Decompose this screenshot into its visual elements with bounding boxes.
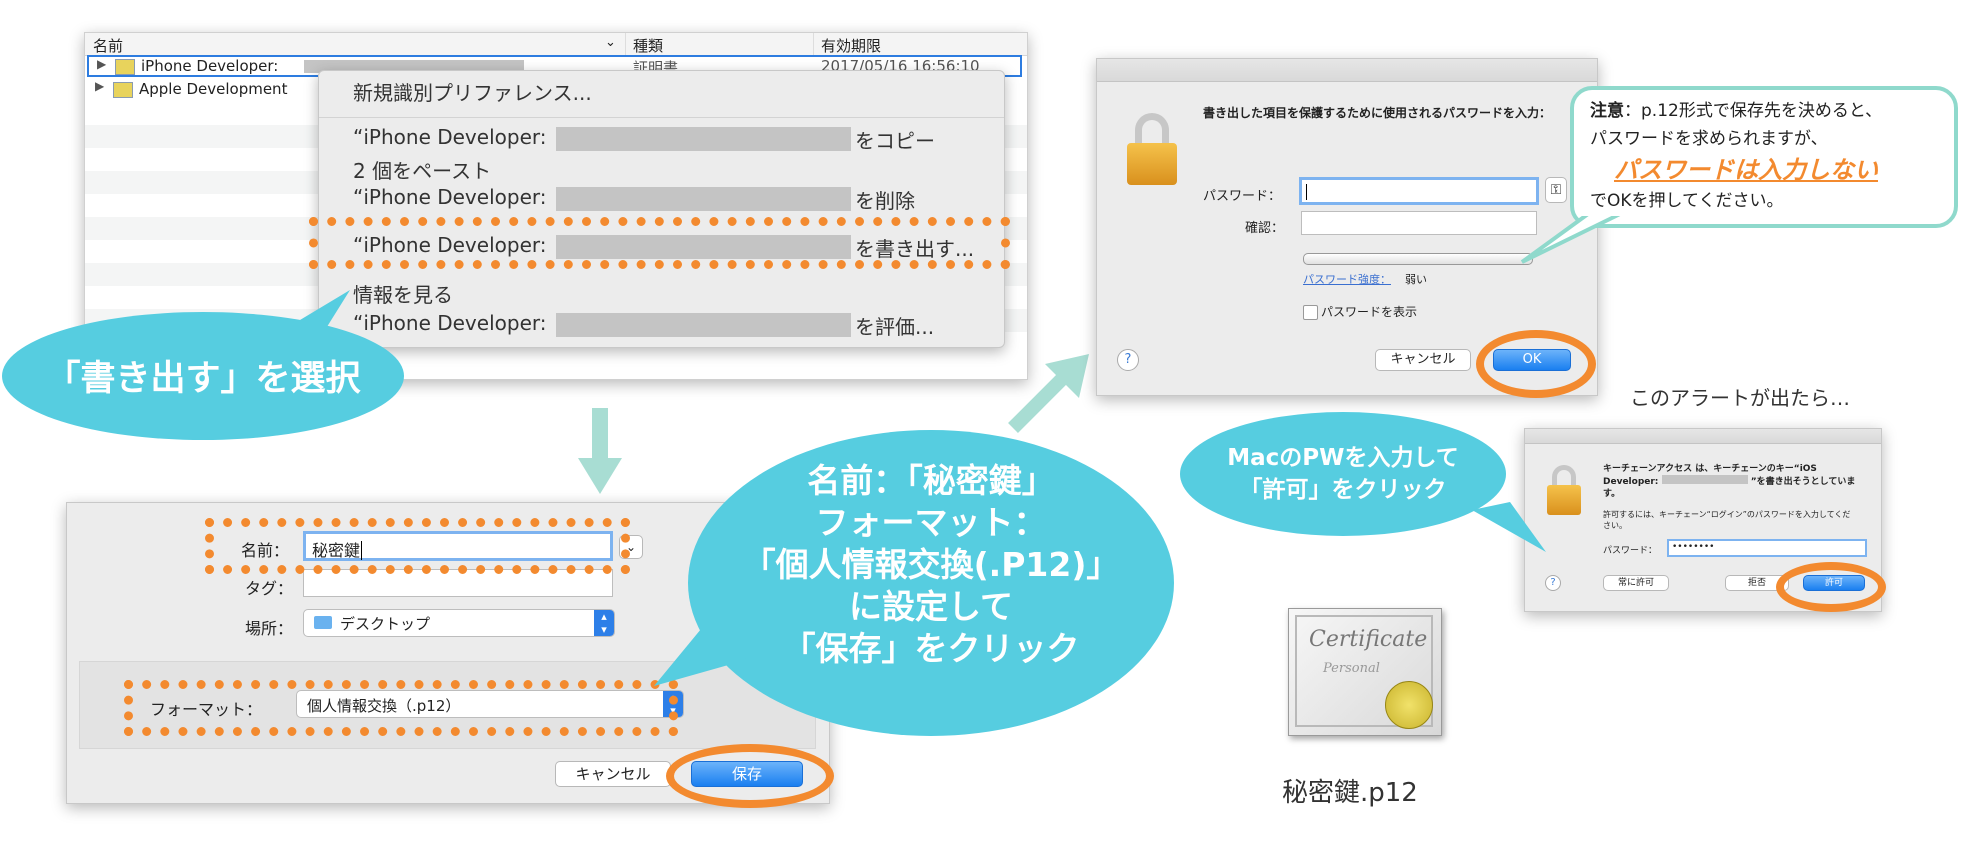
seal-icon [1385,681,1433,729]
column-header-name[interactable]: 名前 [93,35,123,56]
menu-item-evaluate-suffix[interactable]: を評価... [855,311,934,340]
help-button[interactable]: ? [1117,349,1139,371]
password-strength-meter [1303,253,1533,265]
alert-message: キーチェーンアクセス は、キーチェーンのキー“iOS Developer: ”を… [1603,464,1856,499]
note-title: 注意 [1590,101,1624,121]
menu-item-paste[interactable]: 2 個をペースト [353,155,491,184]
callout-save-tail [654,606,746,686]
menu-item-copy[interactable]: “iPhone Developer: [353,125,546,149]
name-field-highlight [205,518,630,574]
always-allow-button[interactable]: 常に許可 [1603,575,1669,591]
key-icon[interactable]: ⚿ [1545,177,1567,203]
note-box-tail [1520,210,1628,264]
disclosure-triangle-icon[interactable]: ▶ [97,57,106,71]
menu-item-delete-suffix[interactable]: を削除 [855,185,915,214]
list-header: 名前 ⌄ 種類 有効期限 [85,33,1027,56]
password-label: パスワード： [1603,546,1658,556]
note-line2: パスワードを求められますが、 [1590,129,1828,149]
certificate-icon [115,59,135,75]
row-name: Apple Development [139,80,288,98]
cancel-button[interactable]: キャンセル [1375,349,1471,371]
arrow-up-right-icon [1008,354,1089,433]
row-name: iPhone Developer: [141,57,279,75]
password-input[interactable] [1299,177,1539,205]
menu-item-evaluate[interactable]: “iPhone Developer: [353,311,546,335]
password-label: パスワード： [1203,189,1282,204]
arrow-down-icon [578,408,622,494]
alert-caption: このアラートが出たら… [1630,386,1850,410]
context-menu: 新規識別プリファレンス... “iPhone Developer: をコピー 2… [318,70,1005,348]
menu-item-delete[interactable]: “iPhone Developer: [353,185,546,209]
format-field-highlight [124,680,678,736]
certificate-filename: 秘密鍵.p12 [1282,778,1418,808]
stepper-icon[interactable]: ▴ ▾ [594,610,614,636]
menu-item-get-info[interactable]: 情報を見る [353,279,453,308]
disclosure-triangle-icon[interactable]: ▶ [95,79,104,93]
alert-subtext: 許可するには、キーチェーン“ログイン”のパスワードを入力してください。 [1603,510,1851,530]
save-button-highlight [666,744,834,808]
password-input[interactable]: •••••••• [1667,539,1867,557]
verify-label: 確認： [1245,221,1285,236]
password-strength-value: 弱い [1405,273,1427,286]
dialog-message: 書き出した項目を保護するために使用されるパスワードを入力： [1203,106,1552,120]
note-emphasis: パスワードは入力しない [1614,156,1878,184]
menu-item-copy-suffix[interactable]: をコピー [855,125,935,154]
note-box: 注意：p.12形式で保存先を決めると、 パスワードを求められますが、 パスワード… [1570,86,1958,228]
callout-save: 名前：「秘密鍵」 フォーマット： 「個人情報交換(.P12)」 に設定して 「保… [688,430,1174,736]
menu-item-new-identity-preference[interactable]: 新規識別プリファレンス... [353,77,592,106]
note-line1: ：p.12形式で保存先を決めると、 [1624,101,1883,121]
certificate-icon [113,82,133,98]
tags-label: タグ： [245,579,294,598]
chevron-down-icon[interactable]: ⌄ [605,35,616,50]
folder-icon [314,616,332,629]
cancel-button[interactable]: キャンセル [555,761,671,787]
certificate-icon-subtitle: Personal [1323,661,1380,676]
note-line3: でOKを押してください。 [1590,191,1784,211]
location-label: 場所： [245,619,294,638]
help-button[interactable]: ? [1545,575,1561,591]
certificate-file-icon: Certificate Personal [1288,608,1442,736]
show-password-checkbox[interactable] [1303,305,1318,320]
ok-button-highlight [1476,330,1596,398]
column-header-kind[interactable]: 種類 [633,35,663,56]
password-strength-link[interactable]: パスワード強度： [1303,271,1391,287]
callout-allow-tail [1472,502,1546,552]
show-password-label[interactable]: パスワードを表示 [1321,303,1417,320]
allow-button-highlight [1776,562,1886,612]
verify-input[interactable] [1301,211,1537,235]
column-header-expiry[interactable]: 有効期限 [821,35,881,56]
callout-allow: MacのPWを入力して 「許可」をクリック [1180,412,1506,536]
export-highlight [309,217,1010,269]
location-select[interactable]: デスクトップ ▴ ▾ [303,609,615,637]
certificate-icon-title: Certificate [1309,627,1428,652]
callout-select-export-tail [270,290,350,338]
